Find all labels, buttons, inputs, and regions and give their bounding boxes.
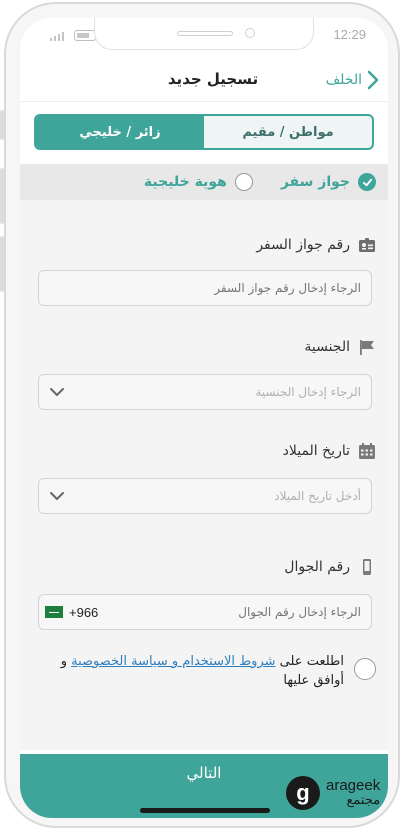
terms-agreement: اطلعت على شروط الاستخدام و سياسة الخصوصي…	[46, 652, 376, 690]
nationality-label: الجنسية	[304, 339, 350, 355]
option-gulf-id[interactable]: هوية خليجية	[144, 173, 253, 191]
saudi-flag-icon	[45, 606, 63, 618]
option-passport-label: جواز سفر	[280, 174, 350, 190]
passport-number-field[interactable]	[38, 270, 372, 306]
passport-number-input[interactable]	[39, 271, 371, 305]
arageek-watermark: g arageek مجتمع	[286, 776, 380, 810]
chevron-down-icon	[50, 492, 64, 501]
page-title: تسجيل جديد	[167, 70, 259, 88]
battery-icon	[74, 30, 99, 41]
nationality-placeholder: الرجاء إدخال الجنسية	[255, 385, 361, 399]
mobile-number-field[interactable]: +966	[38, 594, 372, 630]
phone-side-button	[0, 110, 4, 140]
status-bar: 12:29	[20, 18, 388, 50]
signal-icon	[50, 32, 64, 41]
calendar-icon	[359, 443, 375, 459]
registration-form: جواز سفر هوية خليجية رقم جواز السفر الجن…	[20, 164, 388, 750]
option-passport[interactable]: جواز سفر	[281, 173, 376, 191]
country-code[interactable]: +966	[45, 595, 98, 629]
arageek-logo-icon: g	[286, 776, 320, 810]
birthdate-label-row: تاريخ الميلاد	[283, 442, 376, 460]
country-code-text: +966	[69, 604, 99, 620]
terms-text: اطلعت على شروط الاستخدام و سياسة الخصوصي…	[46, 652, 344, 690]
mobile-phone-icon	[363, 559, 371, 575]
passport-label: رقم جواز السفر	[256, 237, 350, 253]
nationality-label-row: الجنسية	[304, 338, 376, 356]
phone-volume-up	[0, 168, 4, 224]
id-card-icon	[359, 238, 375, 252]
home-indicator	[140, 808, 270, 813]
front-camera	[245, 28, 255, 38]
terms-prefix: اطلعت على	[279, 654, 344, 669]
phone-volume-down	[0, 236, 4, 292]
terms-link[interactable]: شروط الاستخدام و سياسة الخصوصية	[71, 654, 275, 669]
birthdate-label: تاريخ الميلاد	[282, 443, 350, 459]
watermark-text: arageek مجتمع	[326, 777, 381, 807]
tab-visitor-gulf[interactable]: زائر / خليجي	[36, 116, 204, 148]
birthdate-placeholder: أدخل تاريخ الميلاد	[274, 489, 361, 503]
user-type-tabs: زائر / خليجي مواطن / مقيم	[34, 114, 374, 150]
passport-label-row: رقم جواز السفر	[256, 236, 376, 254]
nationality-select[interactable]: الرجاء إدخال الجنسية	[38, 374, 372, 410]
watermark-line1: arageek	[326, 777, 381, 794]
status-time: 12:29	[333, 27, 366, 42]
radio-icon[interactable]	[234, 173, 253, 191]
option-gulf-id-label: هوية خليجية	[143, 174, 227, 190]
mobile-label-row: رقم الجوال	[284, 558, 376, 576]
birthdate-select[interactable]: أدخل تاريخ الميلاد	[38, 478, 372, 514]
id-type-selector: جواز سفر هوية خليجية	[20, 164, 388, 200]
app-header: الخلف تسجيل جديد	[20, 60, 388, 102]
flag-icon	[360, 340, 374, 355]
app-screen: 12:29 الخلف تسجيل جديد زائر / خليجي مواط…	[20, 18, 388, 818]
checked-radio-icon[interactable]	[358, 173, 376, 191]
terms-radio-icon[interactable]	[354, 658, 376, 680]
mobile-label: رقم الجوال	[284, 559, 350, 575]
watermark-line2: مجتمع	[346, 792, 381, 807]
tab-citizen-resident[interactable]: مواطن / مقيم	[204, 116, 372, 148]
chevron-down-icon	[50, 388, 64, 397]
phone-notch	[94, 18, 314, 50]
speaker-grille	[177, 31, 233, 36]
